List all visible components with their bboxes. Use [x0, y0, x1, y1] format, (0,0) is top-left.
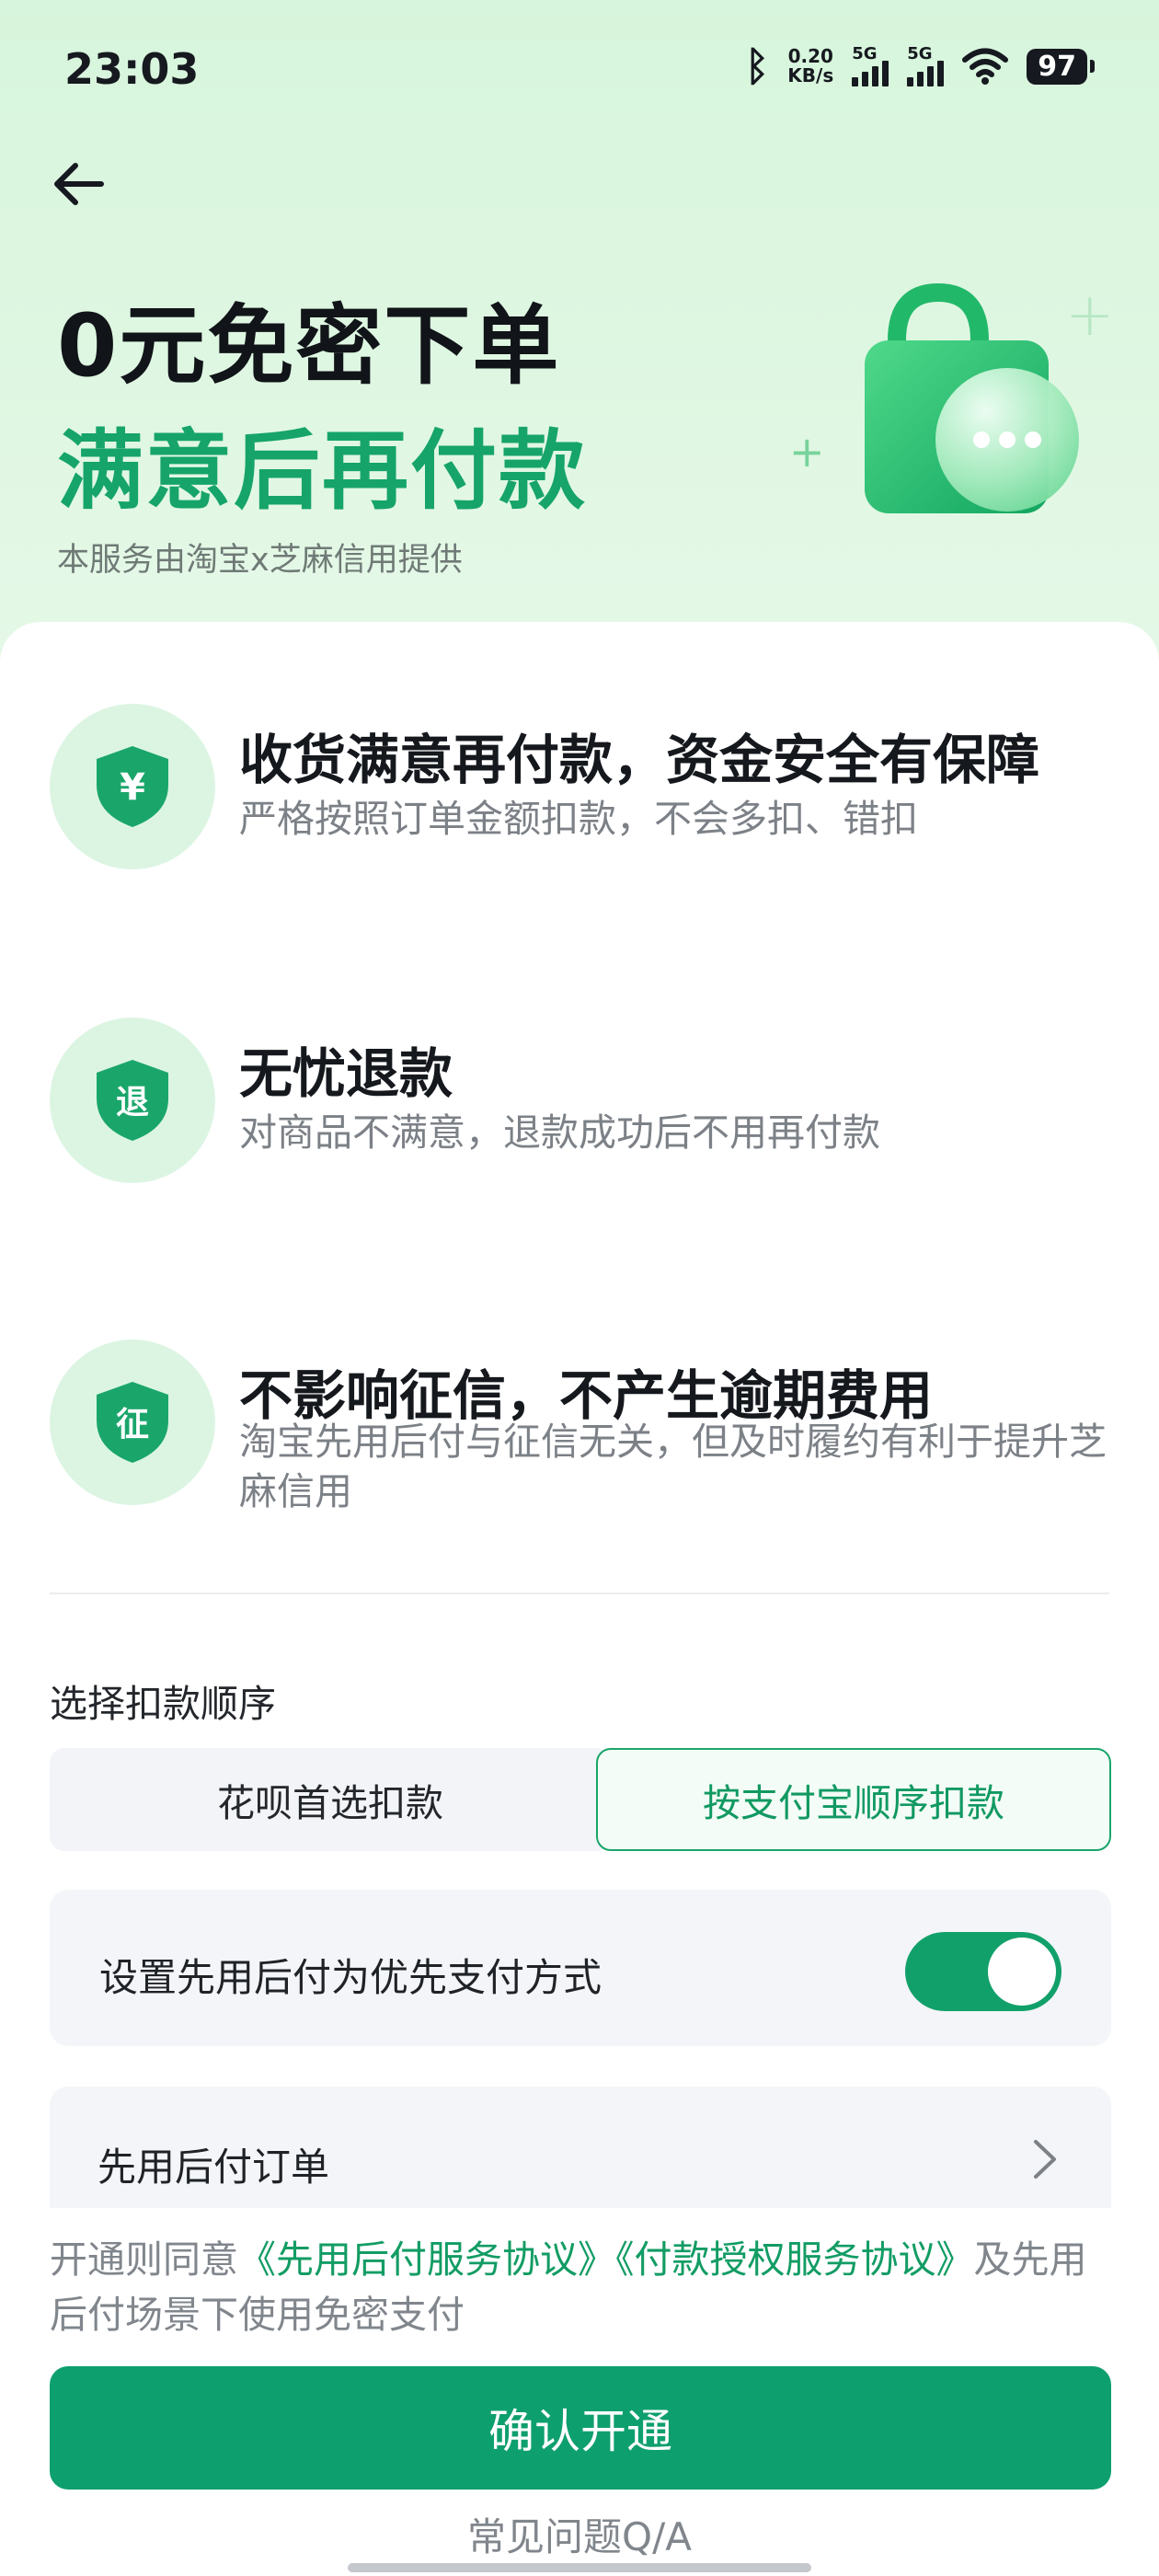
priority-payment-toggle[interactable]: [905, 1932, 1061, 2011]
svg-text:征: 征: [116, 1406, 149, 1443]
shield-refund-icon: 退: [97, 1060, 168, 1141]
svg-text:¥: ¥: [120, 766, 145, 809]
signal-sim2-icon: 5G: [907, 44, 945, 86]
option-huabei-first[interactable]: 花呗首选扣款: [50, 1748, 611, 1851]
battery-level: 97: [1027, 48, 1087, 85]
feature-description: 对商品不满意，退款成功后不用再付款: [239, 1110, 880, 1155]
sim1-label: 5G: [852, 44, 878, 63]
option-alipay-order[interactable]: 按支付宝顺序扣款: [596, 1748, 1111, 1851]
agreement-text: 开通则同意《先用后付服务协议》《付款授权服务协议》及先用后付场景下使用免密支付: [50, 2232, 1117, 2342]
faq-link[interactable]: 常见问题Q/A: [0, 2506, 1159, 2562]
feature-title: 收货满意再付款，资金安全有保障: [239, 729, 1040, 791]
badge-circle: 征: [50, 1340, 215, 1505]
sparkle-icon: +: [789, 427, 825, 477]
orders-row[interactable]: 先用后付订单: [50, 2087, 1111, 2208]
hero-banner: 23:03 ᛒ 0.20 KB/s 5G 5G 97 0元免密下单 满意后再付款…: [0, 0, 1159, 699]
feature-description: 严格按照订单金额扣款，不会多扣、错扣: [239, 797, 918, 841]
shield-yuan-icon: ¥: [97, 746, 168, 827]
badge-circle: ¥: [50, 704, 215, 869]
service-provider-note: 本服务由淘宝x芝麻信用提供: [57, 542, 463, 579]
deduction-order-label: 选择扣款顺序: [50, 1682, 276, 1726]
headline-secondary: 满意后再付款: [57, 421, 588, 522]
sim2-label: 5G: [907, 44, 933, 63]
signal-sim1-icon: 5G: [852, 44, 889, 86]
status-time: 23:03: [64, 44, 200, 94]
confirm-activate-button[interactable]: 确认开通: [50, 2366, 1111, 2490]
feature-description: 淘宝先用后付与征信无关，但及时履约有利于提升芝麻信用: [239, 1420, 1107, 1513]
battery-icon: 97: [1027, 48, 1095, 85]
priority-payment-label: 设置先用后付为优先支付方式: [99, 1955, 602, 2000]
shopping-bag-icon: [865, 282, 1079, 513]
network-speed-value: 0.20: [787, 45, 833, 67]
service-agreement-link[interactable]: 《先用后付服务协议》: [238, 2237, 615, 2282]
toggle-knob: [988, 1938, 1056, 2006]
orders-label: 先用后付订单: [98, 2145, 330, 2190]
wifi-icon: [962, 48, 1009, 85]
network-speed: 0.20 KB/s: [787, 47, 833, 86]
shield-credit-icon: 征: [97, 1382, 168, 1463]
network-speed-unit: KB/s: [787, 64, 834, 86]
badge-circle: 退: [50, 1018, 215, 1183]
chevron-right-icon: [1034, 2140, 1056, 2179]
svg-text:退: 退: [116, 1084, 149, 1121]
home-indicator: [348, 2563, 811, 2572]
priority-payment-row: 设置先用后付为优先支付方式: [50, 1890, 1111, 2046]
payment-authorization-link[interactable]: 《付款授权服务协议》: [615, 2237, 974, 2282]
section-divider: [50, 1593, 1109, 1594]
feature-title: 无忧退款: [239, 1042, 453, 1105]
headline-primary: 0元免密下单: [57, 296, 561, 397]
arrow-left-icon[interactable]: [50, 155, 109, 213]
agreement-prefix: 开通则同意: [50, 2237, 238, 2282]
status-icons: ᛒ 0.20 KB/s 5G 5G 97: [745, 40, 1095, 92]
bluetooth-icon: ᛒ: [744, 42, 770, 90]
